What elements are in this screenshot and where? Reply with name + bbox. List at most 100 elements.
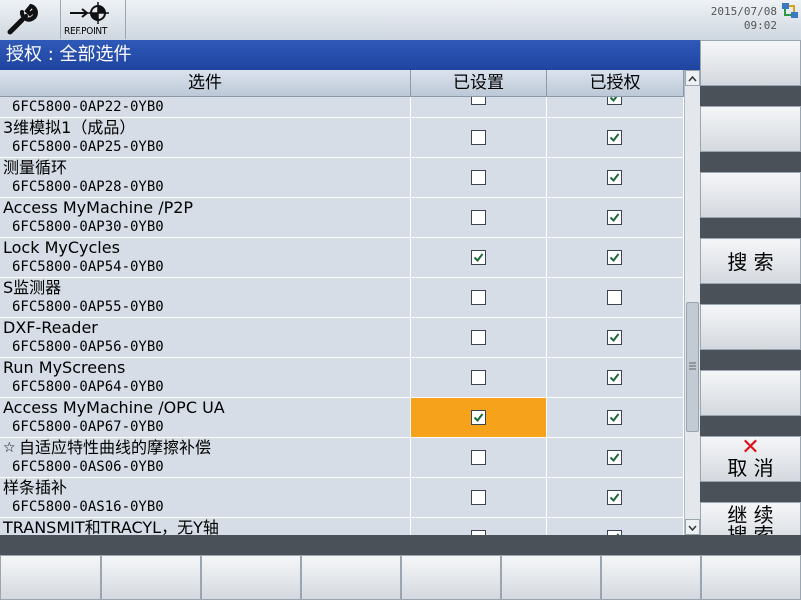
softkey-bottom-4[interactable] <box>301 555 401 600</box>
softkey-right-1[interactable] <box>700 40 801 86</box>
table-row[interactable]: ☆ 自适应特性曲线的摩擦补偿 6FC5800-0AS06-0YB0 <box>0 438 684 478</box>
date-time: 2015/07/08 09:02 <box>711 5 777 33</box>
check-icon <box>609 412 620 422</box>
table-row[interactable]: 样条插补 6FC5800-0AS16-0YB0 <box>0 478 684 518</box>
set-cell <box>411 398 547 437</box>
softkey-bottom-8[interactable] <box>701 555 801 600</box>
option-name: 3维模拟1（成品） <box>3 118 136 137</box>
option-code: 6FC5800-0AP54-0YB0 <box>12 259 164 275</box>
softkey-right-6[interactable] <box>700 370 801 416</box>
ref-point-button[interactable]: REF.POINT <box>62 0 126 39</box>
option-code: 6FC5800-0AP28-0YB0 <box>12 179 164 195</box>
close-icon: ✕ <box>741 435 760 460</box>
option-cell: Access MyMachine /OPC UA 6FC5800-0AP67-0Y… <box>0 398 411 437</box>
licensed-checkbox[interactable] <box>607 489 622 505</box>
softkey-right-5[interactable] <box>700 304 801 350</box>
set-checkbox[interactable] <box>470 409 486 425</box>
licensed-cell <box>547 238 684 277</box>
vertical-scrollbar[interactable] <box>684 70 700 535</box>
softkey-right-2[interactable] <box>700 106 801 152</box>
licensed-cell <box>547 358 684 397</box>
licensed-checkbox[interactable] <box>607 449 622 465</box>
option-cell: Lock MyCycles 6FC5800-0AP54-0YB0 <box>0 238 411 277</box>
softkey-right-3[interactable] <box>700 172 801 218</box>
licensed-checkbox[interactable] <box>607 249 622 265</box>
check-icon <box>609 212 620 222</box>
scroll-thumb[interactable] <box>686 302 699 432</box>
softkey-bottom-6[interactable] <box>501 555 601 600</box>
set-checkbox[interactable] <box>470 129 486 145</box>
set-cell <box>411 358 547 397</box>
set-cell <box>411 438 547 477</box>
softkey-bottom-7[interactable] <box>601 555 701 600</box>
set-checkbox[interactable] <box>470 369 486 385</box>
set-cell <box>411 518 547 535</box>
set-checkbox[interactable] <box>470 289 486 305</box>
option-cell: Access MyMachine /P2P 6FC5800-0AP30-0YB0 <box>0 198 411 237</box>
chevron-down-icon <box>688 525 697 532</box>
ref-point-icon <box>70 2 109 24</box>
search-button[interactable]: 搜 索 <box>700 238 801 284</box>
set-checkbox[interactable] <box>470 449 486 465</box>
option-cell: TRANSMIT和TRACYL，无Y轴 <box>0 518 411 535</box>
table-row[interactable]: TRANSMIT和TRACYL，无Y轴 <box>0 518 684 535</box>
licensed-cell <box>547 158 684 197</box>
table-row[interactable]: Lock MyCycles 6FC5800-0AP54-0YB0 <box>0 238 684 278</box>
scroll-up-button[interactable] <box>685 70 700 86</box>
table-header: 选件 已设置 已授权 <box>0 70 684 97</box>
licensed-checkbox[interactable] <box>607 209 622 225</box>
softkey-bottom-1[interactable] <box>0 555 101 600</box>
softkey-bottom-5[interactable] <box>401 555 501 600</box>
table-row[interactable]: S监测器 6FC5800-0AP55-0YB0 <box>0 278 684 318</box>
set-checkbox[interactable] <box>470 489 486 505</box>
grip-icon <box>689 362 696 370</box>
set-cell <box>411 238 547 277</box>
softkey-bottom-2[interactable] <box>101 555 201 600</box>
licensed-checkbox[interactable] <box>607 369 622 385</box>
licensed-checkbox[interactable] <box>607 329 622 345</box>
check-icon <box>473 412 483 422</box>
option-cell: DXF-Reader 6FC5800-0AP56-0YB0 <box>0 318 411 357</box>
ref-point-label: REF.POINT <box>64 26 108 37</box>
option-name: 测量循环 <box>3 158 68 177</box>
licensed-cell <box>547 318 684 357</box>
time-text: 09:02 <box>743 19 777 32</box>
scroll-down-button[interactable] <box>685 519 700 535</box>
option-name: Access MyMachine /P2P <box>3 198 194 217</box>
licensed-checkbox[interactable] <box>607 169 622 185</box>
option-name: 自适应特性曲线的摩擦补偿 <box>19 438 212 457</box>
option-cell: 样条插补 6FC5800-0AS16-0YB0 <box>0 478 411 517</box>
option-code: 6FC5800-0AP56-0YB0 <box>12 339 164 355</box>
table-row[interactable]: 测量循环 6FC5800-0AP28-0YB0 <box>0 158 684 198</box>
table-row[interactable]: Run MyScreens 6FC5800-0AP64-0YB0 <box>0 358 684 398</box>
option-code: 6FC5800-0AP30-0YB0 <box>12 219 164 235</box>
check-icon <box>609 252 620 262</box>
check-icon <box>609 452 620 462</box>
set-checkbox[interactable] <box>470 249 486 265</box>
softkey-bottom-3[interactable] <box>201 555 301 600</box>
wrench-button[interactable] <box>0 0 61 39</box>
cancel-button[interactable]: ✕ 取 消 <box>700 436 801 482</box>
set-checkbox[interactable] <box>470 209 486 225</box>
set-checkbox[interactable] <box>470 97 486 105</box>
licensed-cell <box>547 398 684 437</box>
table-row[interactable]: DXF-Reader 6FC5800-0AP56-0YB0 <box>0 318 684 358</box>
licensed-checkbox[interactable] <box>607 129 622 145</box>
star-icon: ☆ <box>3 440 16 456</box>
set-checkbox[interactable] <box>470 329 486 345</box>
licensed-checkbox[interactable] <box>607 289 622 305</box>
table-row[interactable]: Access MyMachine /P2P 6FC5800-0AP30-0YB0 <box>0 198 684 238</box>
table-row[interactable]: 3维模拟1（成品） 6FC5800-0AP25-0YB0 <box>0 118 684 158</box>
option-cell: Run MyScreens 6FC5800-0AP64-0YB0 <box>0 358 411 397</box>
option-name: Access MyMachine /OPC UA <box>3 398 225 417</box>
check-icon <box>609 97 618 102</box>
table-row[interactable]: Access MyMachine /OPC UA 6FC5800-0AP67-0Y… <box>0 398 684 438</box>
option-code: 6FC5800-0AS16-0YB0 <box>12 499 164 515</box>
option-cell: 6FC5800-0AP22-0YB0 <box>0 97 411 117</box>
licensed-checkbox[interactable] <box>607 409 622 425</box>
table-row[interactable]: 6FC5800-0AP22-0YB0 <box>0 97 684 118</box>
set-checkbox[interactable] <box>470 169 486 185</box>
licensed-cell <box>547 478 684 517</box>
licensed-checkbox[interactable] <box>607 97 622 105</box>
wrench-icon <box>7 3 38 35</box>
